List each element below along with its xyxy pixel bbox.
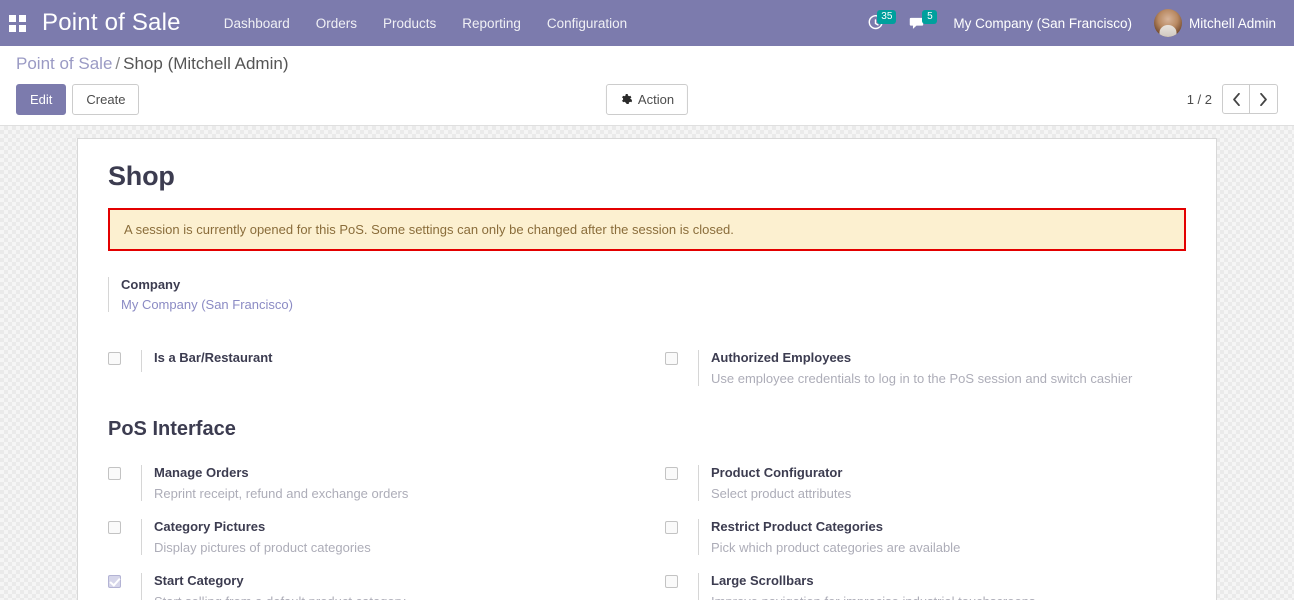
setting-category-pictures: Category Pictures Display pictures of pr… <box>108 511 629 565</box>
breadcrumb-root-link[interactable]: Point of Sale <box>16 54 112 73</box>
record-buttons: Edit Create <box>16 83 140 115</box>
setting-help: Reprint receipt, refund and exchange ord… <box>154 486 409 501</box>
setting-authorized-employees: Authorized Employees Use employee creden… <box>665 342 1186 396</box>
setting-help: Select product attributes <box>711 486 852 501</box>
pager-previous-button[interactable] <box>1222 84 1250 114</box>
top-settings-grid: Is a Bar/Restaurant Authorized Employees… <box>108 342 1186 396</box>
control-panel: Point of Sale / Shop (Mitchell Admin) Edit… <box>0 46 1294 126</box>
activities-button[interactable]: 35 <box>859 9 900 36</box>
checkbox-is-a-bar-restaurant[interactable] <box>108 352 121 365</box>
pager-value: 1 / 2 <box>1186 91 1212 107</box>
main-menu: Dashboard Orders Products Reporting Conf… <box>211 8 640 39</box>
setting-help: Improve navigation for imprecise industr… <box>711 594 1035 600</box>
setting-start-category: Start Category Start selling from a defa… <box>108 565 629 600</box>
setting-text: Is a Bar/Restaurant <box>141 350 273 372</box>
form-sheet: Shop A session is currently opened for t… <box>77 138 1217 600</box>
setting-product-configurator: Product Configurator Select product attr… <box>665 457 1186 511</box>
menu-item-reporting[interactable]: Reporting <box>449 8 534 39</box>
checkbox-manage-orders[interactable] <box>108 467 121 480</box>
setting-text: Manage Orders Reprint receipt, refund an… <box>141 465 408 501</box>
avatar <box>1153 9 1182 37</box>
checkbox-category-pictures[interactable] <box>108 521 121 534</box>
setting-label[interactable]: Start Category <box>154 573 405 588</box>
checkbox-large-scrollbars[interactable] <box>665 575 678 588</box>
chevron-left-icon <box>1232 92 1240 106</box>
messages-button[interactable]: 5 <box>900 9 941 36</box>
user-name-label: Mitchell Admin <box>1188 15 1276 31</box>
setting-text: Start Category Start selling from a defa… <box>141 573 405 600</box>
menu-item-orders[interactable]: Orders <box>303 8 370 39</box>
action-menu-wrap: Action <box>605 83 689 115</box>
sheet-wrapper: Shop A session is currently opened for t… <box>0 138 1294 600</box>
breadcrumb-separator: / <box>115 54 121 73</box>
setting-label[interactable]: Restrict Product Categories <box>711 519 960 534</box>
setting-label[interactable]: Manage Orders <box>154 465 408 480</box>
checkbox-restrict-product-categories[interactable] <box>665 521 678 534</box>
setting-label[interactable]: Product Configurator <box>711 465 851 480</box>
menu-item-dashboard[interactable]: Dashboard <box>211 8 303 39</box>
setting-help: Start selling from a default product cat… <box>154 594 405 600</box>
checkbox-authorized-employees[interactable] <box>665 352 678 365</box>
checkbox-start-category[interactable] <box>108 575 121 588</box>
control-panel-actions: Edit Create Action 1 / 2 <box>16 83 1278 115</box>
setting-label[interactable]: Category Pictures <box>154 519 371 534</box>
content-area: Shop A session is currently opened for t… <box>0 126 1294 600</box>
menu-item-products[interactable]: Products <box>370 8 449 39</box>
company-field-value[interactable]: My Company (San Francisco) <box>121 297 293 312</box>
messages-badge: 5 <box>922 9 938 24</box>
apps-menu-button[interactable] <box>0 0 34 46</box>
edit-button[interactable]: Edit <box>16 83 67 115</box>
setting-text: Authorized Employees Use employee creden… <box>698 350 1132 386</box>
top-navbar: Point of Sale Dashboard Orders Products … <box>0 0 1294 46</box>
pager-buttons <box>1222 84 1278 114</box>
setting-text: Product Configurator Select product attr… <box>698 465 851 501</box>
section-title-pos-interface: PoS Interface <box>108 418 236 440</box>
page-title: Shop <box>108 161 175 191</box>
action-button-label: Action <box>637 91 675 107</box>
activities-badge: 35 <box>877 9 897 24</box>
setting-label[interactable]: Large Scrollbars <box>711 573 1035 588</box>
setting-text: Large Scrollbars Improve navigation for … <box>698 573 1035 600</box>
app-brand-title[interactable]: Point of Sale <box>42 9 181 37</box>
company-field: Company My Company (San Francisco) <box>108 277 293 312</box>
setting-label[interactable]: Authorized Employees <box>711 350 1132 365</box>
apps-grid-icon <box>8 14 26 32</box>
setting-restrict-product-categories: Restrict Product Categories Pick which p… <box>665 511 1186 565</box>
setting-label[interactable]: Is a Bar/Restaurant <box>154 350 273 365</box>
setting-manage-orders: Manage Orders Reprint receipt, refund an… <box>108 457 629 511</box>
setting-help: Pick which product categories are availa… <box>711 540 961 555</box>
checkbox-product-configurator[interactable] <box>665 467 678 480</box>
setting-help: Display pictures of product categories <box>154 540 371 555</box>
pos-interface-settings-grid: Manage Orders Reprint receipt, refund an… <box>108 457 1186 600</box>
setting-help: Use employee credentials to log in to th… <box>711 371 1133 386</box>
breadcrumb: Point of Sale / Shop (Mitchell Admin) <box>16 54 1278 74</box>
breadcrumb-current: Shop (Mitchell Admin) <box>123 54 289 73</box>
setting-text: Restrict Product Categories Pick which p… <box>698 519 960 555</box>
action-button[interactable]: Action <box>605 83 689 115</box>
navbar-right-group: 35 5 My Company (San Francisco) Mitchell… <box>859 5 1282 41</box>
create-button[interactable]: Create <box>72 83 140 115</box>
pager: 1 / 2 <box>1187 84 1278 114</box>
setting-is-a-bar-restaurant: Is a Bar/Restaurant <box>108 342 629 396</box>
setting-large-scrollbars: Large Scrollbars Improve navigation for … <box>665 565 1186 600</box>
company-switcher[interactable]: My Company (San Francisco) <box>941 8 1144 39</box>
gear-icon <box>622 94 632 104</box>
chevron-right-icon <box>1260 92 1267 106</box>
company-field-label: Company <box>121 277 181 292</box>
menu-item-configuration[interactable]: Configuration <box>534 8 640 39</box>
user-menu[interactable]: Mitchell Admin <box>1144 5 1282 41</box>
session-warning-alert: A session is currently opened for this P… <box>108 208 1186 251</box>
setting-text: Category Pictures Display pictures of pr… <box>141 519 371 555</box>
pager-next-button[interactable] <box>1250 84 1278 114</box>
